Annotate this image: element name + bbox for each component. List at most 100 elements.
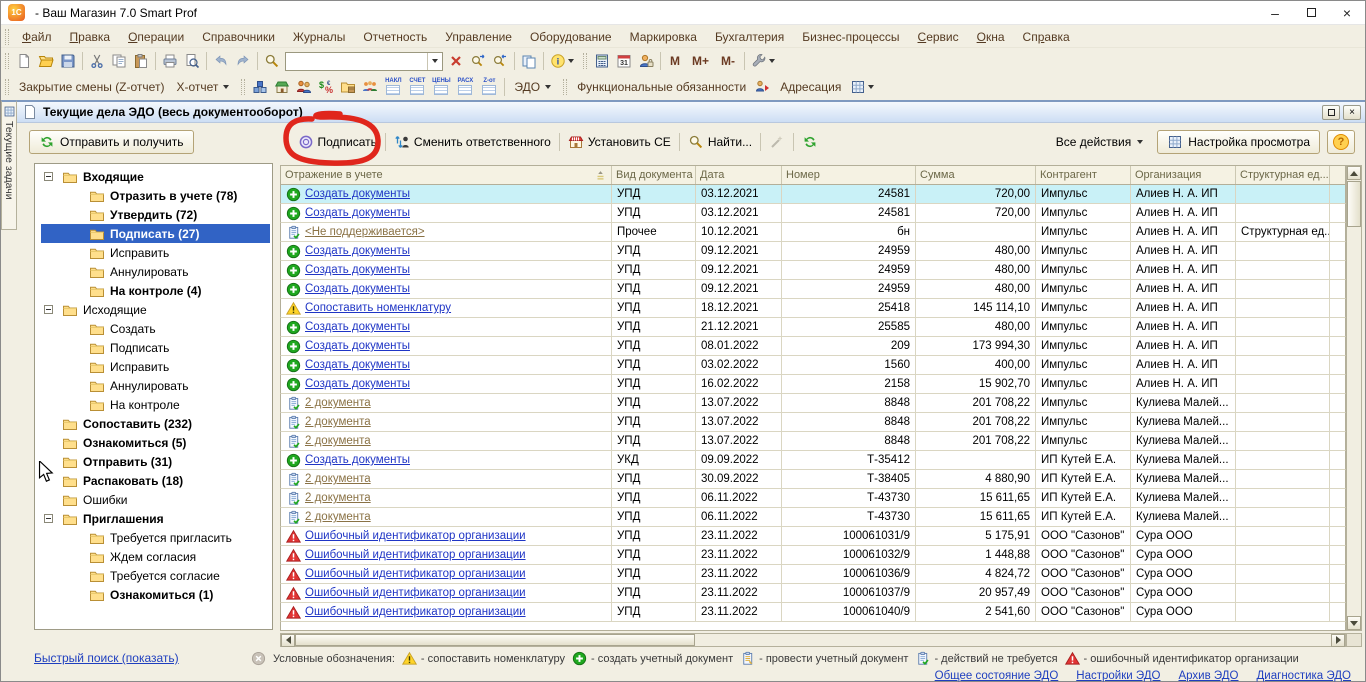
print-preview-button[interactable] (181, 50, 203, 72)
column-header-2[interactable]: Вид документа (612, 166, 696, 184)
sign-button[interactable]: Подписать (293, 130, 382, 154)
vertical-scrollbar[interactable] (1346, 165, 1362, 631)
action-link[interactable]: Создать документы (305, 283, 410, 295)
menu-item-Бизнес-процессы[interactable]: Бизнес-процессы (793, 28, 908, 46)
action-link[interactable]: 2 документа (305, 473, 371, 485)
group-button[interactable] (359, 76, 381, 98)
find-button[interactable]: Найти... (683, 130, 757, 154)
cell-action[interactable]: Ошибочный идентификатор организации (281, 565, 612, 583)
calendar-button[interactable]: 31 (613, 50, 635, 72)
undo-button[interactable] (210, 50, 232, 72)
print-button[interactable] (159, 50, 181, 72)
cell-action[interactable]: 2 документа (281, 470, 612, 488)
table-row[interactable]: <Не поддерживается>Прочее10.12.2021бнИмп… (280, 223, 1346, 242)
table-row[interactable]: Ошибочный идентификатор организацииУПД23… (280, 565, 1346, 584)
info-button[interactable]: i (547, 50, 579, 72)
table-row[interactable]: Создать документыУПД09.12.202124959480,0… (280, 280, 1346, 299)
action-link[interactable]: Создать документы (305, 188, 410, 200)
report-icon-РАСХ[interactable]: РАСХ (454, 78, 476, 97)
table-row[interactable]: Ошибочный идентификатор организацииУПД23… (280, 527, 1346, 546)
find-prev-button[interactable] (489, 50, 511, 72)
view-settings-button[interactable]: Настройка просмотра (1157, 130, 1320, 154)
memory-button-М-[interactable]: М- (715, 50, 741, 72)
scroll-up-button[interactable] (1347, 166, 1361, 180)
action-link[interactable]: <Не поддерживается> (305, 226, 425, 238)
tree-item[interactable]: Аннулировать (41, 262, 270, 281)
cut-button[interactable] (86, 50, 108, 72)
menu-item-Журналы[interactable]: Журналы (284, 28, 354, 46)
cell-action[interactable]: Создать документы (281, 451, 612, 469)
all-actions-button[interactable]: Все действия (1051, 130, 1150, 154)
vertical-scroll-thumb[interactable] (1347, 181, 1361, 227)
menu-item-Сервис[interactable]: Сервис (909, 28, 968, 46)
report-icon-СЧЕТ[interactable]: СЧЕТ (406, 78, 428, 97)
footer-link[interactable]: Архив ЭДО (1178, 670, 1238, 682)
minimize-button[interactable]: – (1257, 1, 1293, 24)
user-permissions-button[interactable] (635, 50, 657, 72)
tree-expander-icon[interactable] (44, 172, 53, 181)
action-link[interactable]: Создать документы (305, 321, 410, 333)
tree-item[interactable]: На контроле (41, 395, 270, 414)
cell-action[interactable]: 2 документа (281, 394, 612, 412)
tree-item[interactable]: Подписать (27) (41, 224, 270, 243)
tree-item[interactable]: Ждем согласия (41, 547, 270, 566)
refresh-list-button[interactable] (797, 130, 823, 154)
action-link[interactable]: Ошибочный идентификатор организации (305, 587, 526, 599)
tree-item[interactable]: Распаковать (18) (41, 471, 270, 490)
cell-action[interactable]: 2 документа (281, 413, 612, 431)
column-header-4[interactable]: Номер (782, 166, 916, 184)
report-icon-ЦЕНЫ[interactable]: ЦЕНЫ (430, 78, 452, 97)
tree-item[interactable]: Отразить в учете (78) (41, 186, 270, 205)
horizontal-scroll-thumb[interactable] (295, 634, 695, 646)
cell-action[interactable]: Ошибочный идентификатор организации (281, 584, 612, 602)
tree-item[interactable]: Исправить (41, 357, 270, 376)
menu-item-Бухгалтерия[interactable]: Бухгалтерия (706, 28, 793, 46)
action-link[interactable]: Ошибочный идентификатор организации (305, 568, 526, 580)
grid-button[interactable] (847, 76, 879, 98)
edo-maximize-button[interactable] (1322, 105, 1340, 120)
action-link[interactable]: Создать документы (305, 245, 410, 257)
tasks-side-tab[interactable]: Текущие задачи (1, 100, 17, 230)
table-row[interactable]: Ошибочный идентификатор организацииУПД23… (280, 584, 1346, 603)
quick-search-link[interactable]: Быстрый поиск (показать) (34, 651, 179, 665)
tree-expander-icon[interactable] (44, 514, 53, 523)
action-link[interactable]: Ошибочный идентификатор организации (305, 606, 526, 618)
tree-item[interactable]: Создать (41, 319, 270, 338)
action-link[interactable]: 2 документа (305, 435, 371, 447)
cell-action[interactable]: Создать документы (281, 318, 612, 336)
menu-item-Управление[interactable]: Управление (436, 28, 521, 46)
cell-action[interactable]: <Не поддерживается> (281, 223, 612, 241)
action-link[interactable]: Сопоставить номенклатуру (305, 302, 451, 314)
cell-action[interactable]: Создать документы (281, 280, 612, 298)
money-button[interactable]: $%€ (315, 76, 337, 98)
action-link[interactable]: Создать документы (305, 264, 410, 276)
table-row[interactable]: Создать документыУКД09.09.2022Т-35412ИП … (280, 451, 1346, 470)
clear-filter-button[interactable] (764, 130, 790, 154)
table-row[interactable]: Сопоставить номенклатуруУПД18.12.2021254… (280, 299, 1346, 318)
tree-item[interactable]: Подписать (41, 338, 270, 357)
copy-pages-button[interactable] (518, 50, 540, 72)
calculator-button[interactable] (591, 50, 613, 72)
menu-item-Файл[interactable]: Файл (13, 28, 61, 46)
folder-box-button[interactable] (337, 76, 359, 98)
action-link[interactable]: Создать документы (305, 454, 410, 466)
cell-action[interactable]: Ошибочный идентификатор организации (281, 603, 612, 621)
table-row[interactable]: Создать документыУПД16.02.2022215815 902… (280, 375, 1346, 394)
menu-item-Маркировка[interactable]: Маркировка (621, 28, 706, 46)
find-button[interactable] (261, 50, 283, 72)
tree-item[interactable]: Исходящие (41, 300, 270, 319)
memory-button-М[interactable]: М (664, 50, 686, 72)
horizontal-scrollbar[interactable] (280, 633, 1346, 647)
clear-x-button[interactable] (445, 50, 467, 72)
find-next-button[interactable] (467, 50, 489, 72)
table-row[interactable]: Ошибочный идентификатор организацииУПД23… (280, 546, 1346, 565)
action-link[interactable]: 2 документа (305, 511, 371, 523)
menu-item-Операции[interactable]: Операции (119, 28, 193, 46)
cell-action[interactable]: 2 документа (281, 489, 612, 507)
legend-close-icon[interactable] (251, 651, 266, 666)
edo-menu-button[interactable]: ЭДО (508, 76, 559, 98)
tree-item[interactable]: Входящие (41, 167, 270, 186)
table-row[interactable]: 2 документаУПД13.07.20228848201 708,22Им… (280, 394, 1346, 413)
tree-item[interactable]: Отправить (31) (41, 452, 270, 471)
new-document-button[interactable] (13, 50, 35, 72)
